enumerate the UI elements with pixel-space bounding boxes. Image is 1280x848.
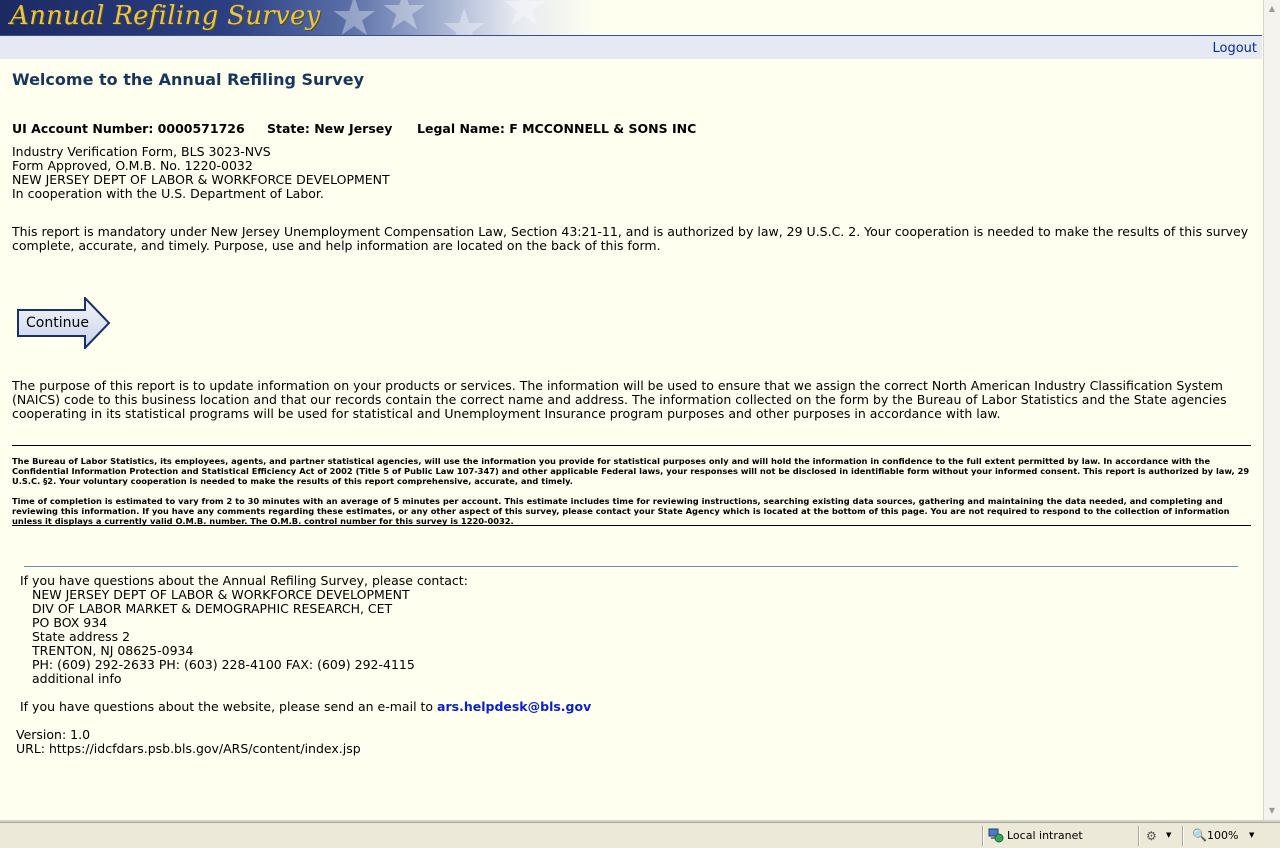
burden-statement: Time of completion is estimated to vary … xyxy=(12,496,1230,526)
zoom-level[interactable]: 100% xyxy=(1207,829,1238,842)
divider-top xyxy=(12,445,1251,446)
zoom-icon[interactable]: 🔍 xyxy=(1192,828,1207,842)
status-bar: Local intranet ⚙ ▼ 🔍 100% ▼ xyxy=(0,822,1280,848)
status-separator xyxy=(1138,826,1140,846)
vertical-scrollbar[interactable]: ▲ ▼ xyxy=(1263,0,1280,822)
confidentiality-statement: The Bureau of Labor Statistics, its empl… xyxy=(12,456,1250,486)
contact-line: PO BOX 934 xyxy=(32,615,108,630)
protected-mode-icon[interactable]: ⚙ xyxy=(1146,829,1157,843)
page-title: Welcome to the Annual Refiling Survey xyxy=(12,70,364,89)
status-separator xyxy=(1182,826,1184,846)
browser-viewport: ★ ★ ★ ★ Annual Refiling Survey Logout We… xyxy=(0,0,1280,822)
status-separator xyxy=(982,826,984,846)
banner-title: Annual Refiling Survey xyxy=(10,1,321,31)
website-question: If you have questions about the website,… xyxy=(20,700,591,714)
scroll-down-icon[interactable]: ▼ xyxy=(1266,804,1278,818)
mandatory-statement: This report is mandatory under New Jerse… xyxy=(12,224,1249,253)
state-label: State: New Jersey xyxy=(267,121,393,136)
chevron-down-icon[interactable]: ▼ xyxy=(1249,831,1254,839)
website-question-text: If you have questions about the website,… xyxy=(20,699,434,714)
security-zone-label: Local intranet xyxy=(1007,829,1083,842)
contact-phone-line: PH: (609) 292-2633 PH: (603) 228-4100 FA… xyxy=(32,657,415,672)
ui-account-number: UI Account Number: 0000571726 xyxy=(12,121,245,136)
nav-bar: Logout xyxy=(0,36,1262,59)
contact-line: NEW JERSEY DEPT OF LABOR & WORKFORCE DEV… xyxy=(32,587,410,602)
url-label: URL: https://idcfdars.psb.bls.gov/ARS/co… xyxy=(16,741,361,756)
purpose-statement: The purpose of this report is to update … xyxy=(12,378,1227,421)
form-info-line: Form Approved, O.M.B. No. 1220-0032 xyxy=(12,158,253,173)
form-info-line: In cooperation with the U.S. Department … xyxy=(12,186,324,201)
divider-bottom xyxy=(12,525,1251,526)
scroll-up-icon[interactable]: ▲ xyxy=(1266,2,1278,16)
chevron-down-icon[interactable]: ▼ xyxy=(1166,831,1171,839)
helpdesk-email-link[interactable]: ars.helpdesk@bls.gov xyxy=(437,699,591,714)
logout-link[interactable]: Logout xyxy=(1212,41,1257,56)
contact-divider xyxy=(24,566,1238,567)
version-label: Version: 1.0 xyxy=(16,727,91,742)
form-info-line: Industry Verification Form, BLS 3023-NVS xyxy=(12,144,271,159)
continue-button[interactable]: Continue xyxy=(17,295,111,351)
contact-line: DIV OF LABOR MARKET & DEMOGRAPHIC RESEAR… xyxy=(32,601,393,616)
local-intranet-icon xyxy=(988,828,1004,843)
contact-line: TRENTON, NJ 08625-0934 xyxy=(32,643,194,658)
legal-name: Legal Name: F MCCONNELL & SONS INC xyxy=(417,121,697,136)
form-info-line: NEW JERSEY DEPT OF LABOR & WORKFORCE DEV… xyxy=(12,172,390,187)
contact-line: additional info xyxy=(32,671,122,686)
contact-intro: If you have questions about the Annual R… xyxy=(20,573,468,588)
contact-line: State address 2 xyxy=(32,629,131,644)
header-banner: ★ ★ ★ ★ Annual Refiling Survey xyxy=(0,0,1262,36)
continue-label: Continue xyxy=(26,315,89,331)
